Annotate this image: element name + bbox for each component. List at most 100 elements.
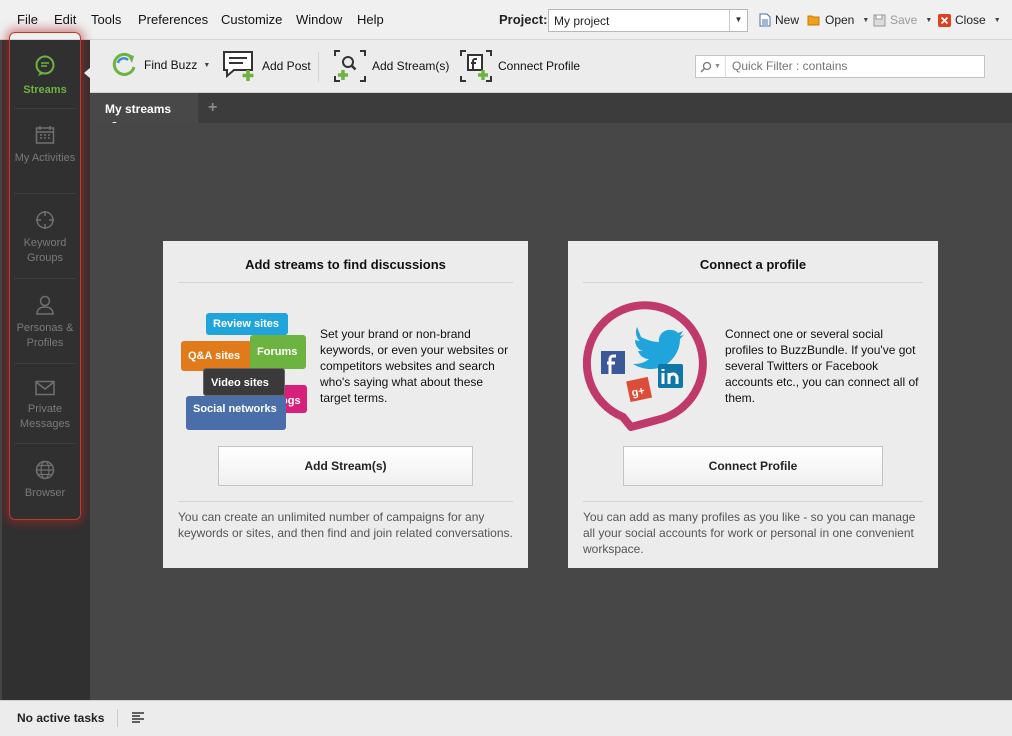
- card-divider: [583, 282, 923, 283]
- menu-window[interactable]: Window: [296, 12, 342, 27]
- social-profiles-graphic: g+: [583, 301, 707, 431]
- bubble-review-sites: Review sites: [206, 313, 288, 335]
- add-streams-footer: You can create an unlimited number of ca…: [178, 510, 513, 540]
- sidebar-divider: [14, 278, 76, 279]
- status-divider: [117, 709, 118, 727]
- sidebar-item-label: My Activities: [14, 152, 76, 164]
- open-button[interactable]: Open ▼: [807, 13, 869, 27]
- find-buzz-label: Find Buzz: [144, 58, 198, 72]
- connect-profile-footer: You can add as many profiles as you like…: [583, 510, 916, 556]
- connect-profile-description: Connect one or several social profiles t…: [725, 327, 919, 405]
- connect-profile-toolbar-label: Connect Profile: [498, 59, 581, 73]
- calendar-icon: [35, 126, 55, 144]
- add-streams-card-title: Add streams to find discussions: [245, 257, 446, 272]
- menu-preferences[interactable]: Preferences: [138, 12, 208, 27]
- bubble-video-sites: Video sites: [203, 368, 285, 396]
- sidebar-active-pointer: [84, 67, 91, 79]
- find-buzz-dropdown-icon[interactable]: ▼: [203, 62, 210, 69]
- bubble-social-networks: Social networks: [186, 396, 286, 430]
- twitter-icon: [633, 327, 684, 369]
- sidebar-item-label: Keyword Groups: [23, 237, 67, 264]
- add-post-icon: [223, 51, 254, 81]
- tab-bar: My streams ▼ +: [90, 93, 1012, 128]
- card-divider: [583, 501, 923, 502]
- sidebar-divider: [14, 193, 76, 194]
- project-select-value: My project: [554, 14, 610, 28]
- toolbar-divider: [318, 52, 319, 82]
- menu-customize[interactable]: Customize: [221, 12, 282, 27]
- find-buzz-button[interactable]: Find Buzz ▼: [110, 50, 210, 80]
- sidebar-divider: [14, 443, 76, 444]
- status-bar: No active tasks: [0, 700, 1012, 736]
- sidebar-item-streams[interactable]: Streams: [10, 55, 80, 98]
- card-divider: [178, 282, 513, 283]
- add-post-button[interactable]: Add Post: [222, 50, 311, 82]
- close-icon: [938, 13, 951, 27]
- add-post-label: Add Post: [262, 59, 311, 73]
- sidebar-item-label: Browser: [24, 487, 66, 499]
- save-button[interactable]: Save ▼: [873, 13, 932, 27]
- chat-bubble-icon: [35, 55, 55, 76]
- close-label: Close: [955, 13, 986, 27]
- refresh-icon: [112, 52, 136, 76]
- card-divider: [178, 501, 513, 502]
- globe-icon: [35, 460, 55, 480]
- disk-icon: [873, 14, 886, 26]
- sidebar-item-private-messages[interactable]: Private Messages: [10, 380, 80, 432]
- open-label: Open: [825, 13, 855, 27]
- menu-tools[interactable]: Tools: [91, 12, 121, 27]
- sidebar-item-browser[interactable]: Browser: [10, 460, 80, 501]
- sidebar-item-personas-profiles[interactable]: Personas & Profiles: [10, 295, 80, 351]
- sidebar-item-label: Personas & Profiles: [16, 322, 74, 349]
- quick-filter-input[interactable]: [732, 59, 972, 73]
- connect-profile-button[interactable]: Connect Profile: [623, 446, 883, 486]
- add-streams-description: Set your brand or non-brand keywords, or…: [320, 327, 509, 405]
- envelope-icon: [35, 380, 55, 396]
- add-streams-card: Add streams to find discussions Review s…: [163, 241, 528, 568]
- add-streams-label: Add Stream(s): [372, 59, 450, 73]
- status-text: No active tasks: [17, 711, 105, 725]
- save-dropdown-icon[interactable]: ▼: [925, 17, 932, 24]
- close-button[interactable]: Close ▼: [938, 13, 1001, 27]
- sidebar-item-label: Streams: [23, 84, 67, 96]
- add-tab-button[interactable]: +: [208, 99, 217, 117]
- person-icon: [36, 295, 54, 315]
- connect-profile-toolbar-button[interactable]: Connect Profile: [460, 50, 580, 82]
- facebook-icon: [601, 351, 625, 374]
- menu-file[interactable]: File: [17, 12, 38, 27]
- sidebar-item-keyword-groups[interactable]: Keyword Groups: [10, 210, 80, 266]
- google-plus-icon: g+: [626, 376, 653, 403]
- menu-help[interactable]: Help: [357, 12, 384, 27]
- menu-edit[interactable]: Edit: [54, 12, 76, 27]
- project-select[interactable]: My project ▼: [548, 9, 748, 32]
- add-streams-button[interactable]: Add Stream(s): [218, 446, 473, 486]
- chevron-down-icon[interactable]: ▼: [729, 10, 747, 31]
- task-list-icon[interactable]: [131, 711, 145, 723]
- search-icon[interactable]: ▼: [696, 56, 726, 77]
- sidebar-item-my-activities[interactable]: My Activities: [10, 125, 80, 166]
- sidebar-item-label: Private Messages: [19, 403, 71, 430]
- new-label: New: [775, 13, 800, 27]
- connect-profile-card: Connect a profile g+ Connect one or seve…: [568, 241, 938, 568]
- add-streams-button[interactable]: Add Stream(s): [334, 50, 449, 82]
- add-stream-icon: [334, 50, 366, 82]
- connect-profile-card-title: Connect a profile: [699, 257, 807, 272]
- bubble-forums: Forums: [250, 335, 306, 369]
- tab-my-streams[interactable]: My streams ▼: [90, 93, 198, 128]
- linkedin-icon: [658, 364, 683, 388]
- close-dropdown-icon[interactable]: ▼: [994, 17, 1001, 24]
- tab-my-streams-label: My streams: [105, 102, 172, 116]
- sidebar-divider: [14, 108, 76, 109]
- open-dropdown-icon[interactable]: ▼: [862, 17, 869, 24]
- crosshair-icon: [36, 211, 54, 229]
- folder-icon: [807, 15, 820, 26]
- new-button[interactable]: New: [759, 13, 799, 27]
- save-label: Save: [890, 13, 918, 27]
- sidebar-divider: [14, 363, 76, 364]
- quick-filter[interactable]: ▼: [695, 55, 985, 78]
- menu-bar: File Edit Tools Preferences Customize Wi…: [0, 0, 1012, 40]
- project-label: Project:: [499, 12, 548, 27]
- new-file-icon: [759, 13, 771, 27]
- bubble-qa-sites: Q&A sites: [181, 341, 253, 371]
- stream-types-graphic: Review sites Q&A sites Forums Blogs Soci…: [178, 301, 310, 433]
